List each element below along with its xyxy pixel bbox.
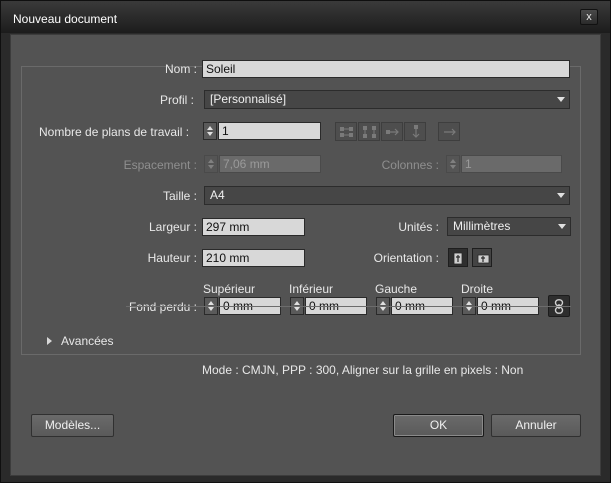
chevron-down-icon: [558, 224, 566, 229]
width-field[interactable]: 297 mm: [202, 218, 305, 236]
artboards-stepper[interactable]: [203, 122, 217, 140]
bleed-label: Fond perdu :: [128, 300, 197, 314]
spacing-field: 7,06 mm: [219, 155, 321, 173]
document-summary: Mode : CMJN, PPP : 300, Aligner sur la g…: [202, 363, 524, 377]
profile-label: Profil :: [156, 93, 197, 107]
arrow-up-icon: [294, 301, 300, 305]
title-bar[interactable]: Nouveau document x: [1, 1, 610, 33]
arrow-down-icon: [208, 165, 214, 169]
arrow-up-icon: [208, 159, 214, 163]
portrait-orientation-icon[interactable]: [448, 248, 468, 267]
columns-label: Colonnes :: [381, 158, 439, 172]
grid-by-row-icon[interactable]: [335, 122, 357, 141]
units-value: Millimètres: [453, 219, 511, 233]
arrow-up-icon: [380, 301, 386, 305]
width-label: Largeur :: [148, 220, 197, 234]
height-field[interactable]: 210 mm: [202, 249, 305, 267]
advanced-divider: [126, 306, 571, 307]
arrange-by-row-icon[interactable]: [381, 122, 403, 141]
arrow-down-icon: [380, 307, 386, 311]
artboards-field[interactable]: 1: [218, 122, 321, 140]
bleed-top-label: Supérieur: [203, 282, 256, 296]
profile-dropdown[interactable]: [Personnalisé]: [204, 90, 570, 109]
arrow-up-icon: [207, 126, 213, 130]
size-dropdown[interactable]: A4: [204, 186, 570, 205]
spacing-label: Espacement :: [123, 158, 197, 172]
bleed-right-label: Droite: [461, 282, 494, 296]
new-document-dialog: Nouveau document x Nom : Soleil Profil :…: [0, 0, 611, 483]
advanced-toggle[interactable]: Avancées: [61, 334, 113, 348]
ok-button[interactable]: OK: [393, 414, 484, 437]
name-label: Nom :: [164, 62, 197, 76]
close-button[interactable]: x: [580, 9, 598, 25]
orientation-label: Orientation :: [373, 251, 439, 265]
arrow-down-icon: [294, 307, 300, 311]
columns-stepper: [446, 155, 460, 173]
spacing-stepper: [204, 155, 218, 173]
arrow-down-icon: [208, 307, 214, 311]
arrange-by-column-icon[interactable]: [404, 122, 426, 141]
size-value: A4: [210, 188, 225, 202]
units-dropdown[interactable]: Millimètres: [447, 217, 571, 236]
bleed-bottom-label: Inférieur: [289, 282, 334, 296]
arrow-up-icon: [466, 301, 472, 305]
arrow-up-icon: [450, 159, 456, 163]
right-to-left-layout-icon[interactable]: [438, 122, 460, 141]
arrow-down-icon: [466, 307, 472, 311]
bleed-left-label: Gauche: [375, 282, 418, 296]
chevron-down-icon: [557, 97, 565, 102]
name-field[interactable]: Soleil: [202, 60, 570, 78]
units-label: Unités :: [398, 220, 439, 234]
profile-value: [Personnalisé]: [210, 92, 287, 106]
arrow-down-icon: [450, 165, 456, 169]
cancel-button[interactable]: Annuler: [491, 414, 581, 437]
landscape-orientation-icon[interactable]: [472, 248, 492, 267]
size-label: Taille :: [162, 189, 197, 203]
chevron-down-icon: [557, 193, 565, 198]
templates-button[interactable]: Modèles...: [31, 414, 114, 437]
grid-by-column-icon[interactable]: [358, 122, 380, 141]
disclosure-triangle-icon[interactable]: [47, 337, 52, 345]
columns-field: 1: [461, 155, 562, 173]
dialog-title: Nouveau document: [13, 12, 118, 26]
arrow-down-icon: [207, 132, 213, 136]
arrow-up-icon: [208, 301, 214, 305]
artboards-label: Nombre de plans de travail :: [39, 125, 190, 139]
height-label: Hauteur :: [147, 251, 197, 265]
